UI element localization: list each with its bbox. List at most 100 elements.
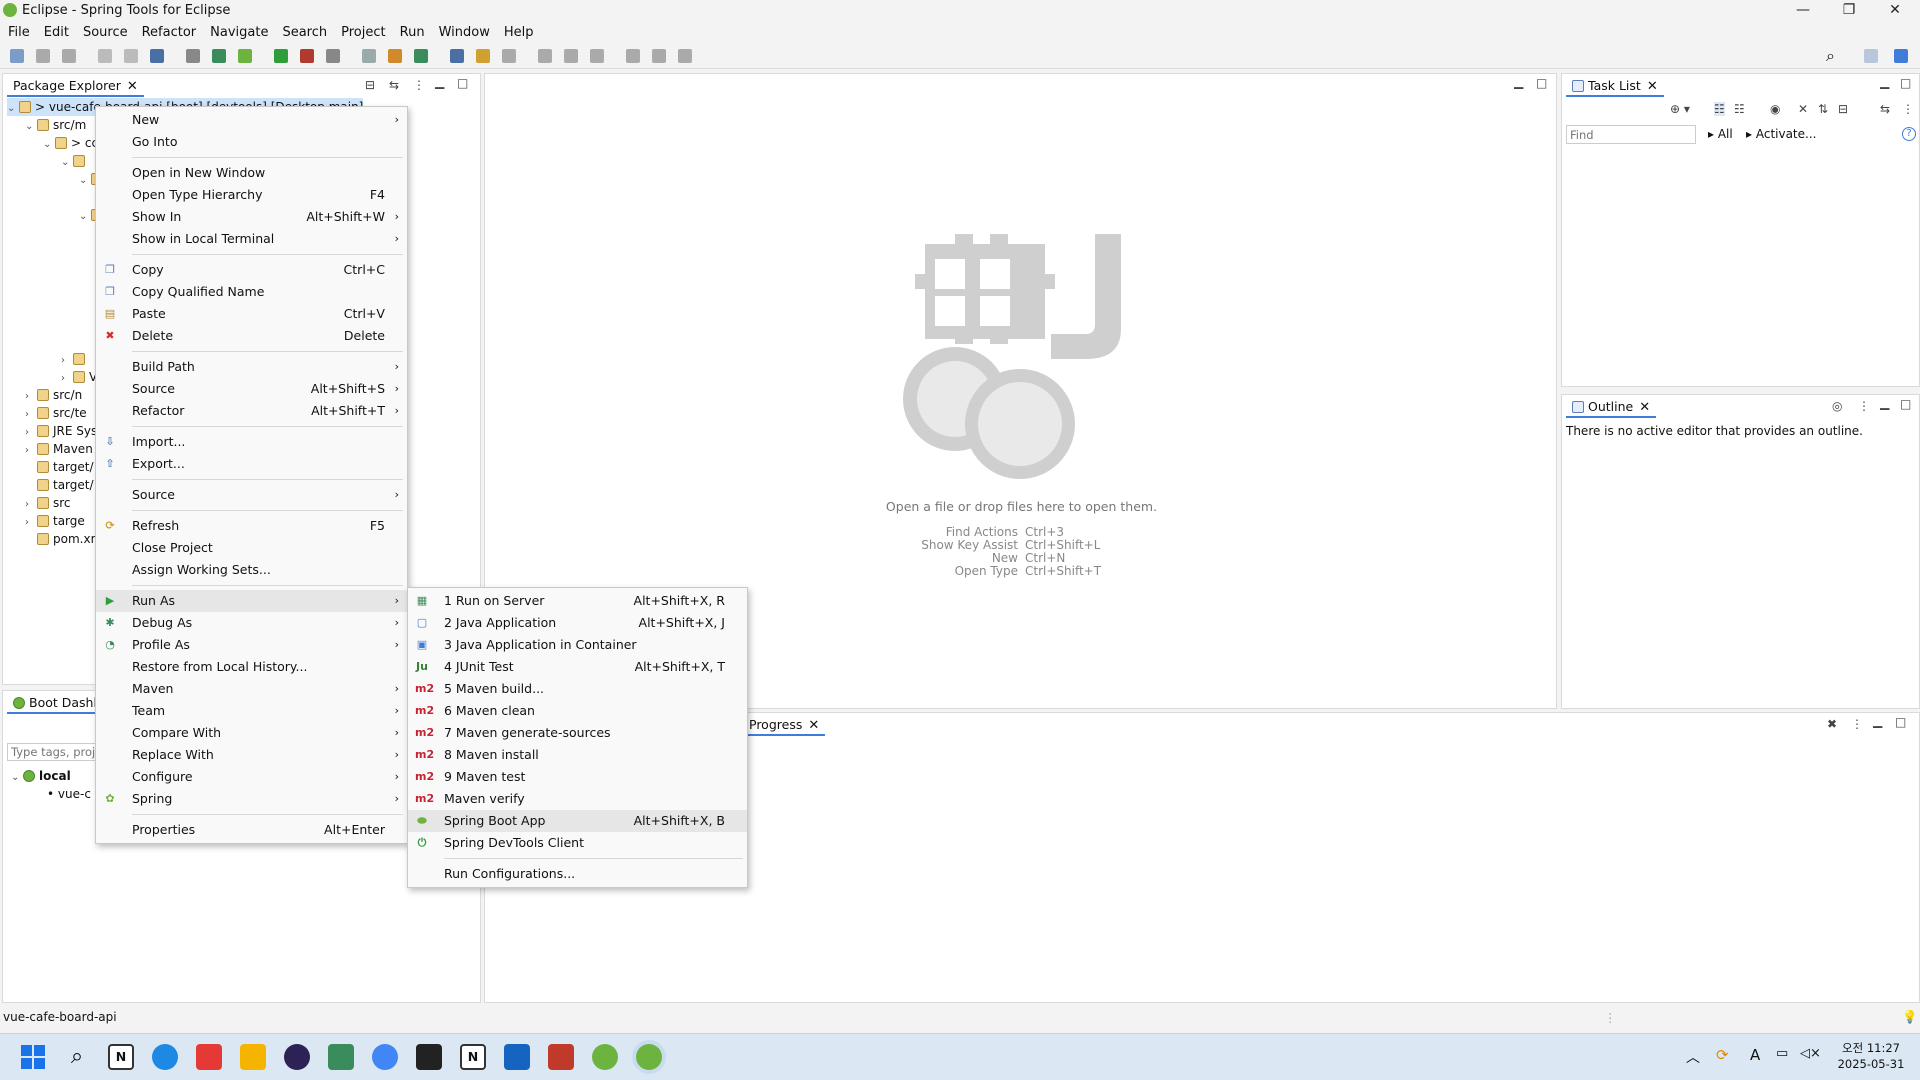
menu-item-2-java-application[interactable]: ▢ 2 Java Application Alt+Shift+X, J (408, 612, 747, 634)
menu-item-refactor[interactable]: Refactor Alt+Shift+T › (96, 400, 407, 422)
menu-item-run-as[interactable]: ▶ Run As › (96, 590, 407, 612)
menu-item-8-maven-install[interactable]: m2 8 Maven install (408, 744, 747, 766)
toolbar-tool-icon[interactable] (186, 49, 200, 63)
menu-item-spring-boot-app[interactable]: ⬬ Spring Boot App Alt+Shift+X, B (408, 810, 747, 832)
menu-item-7-maven-generate-sources[interactable]: m2 7 Maven generate-sources (408, 722, 747, 744)
toolbar-tool-icon[interactable] (10, 49, 24, 63)
task-find-input[interactable] (1566, 125, 1696, 144)
link-icon[interactable]: ⇆ (1880, 102, 1890, 116)
sync-tray-icon[interactable]: ⟳ (1716, 1046, 1729, 1064)
close-icon[interactable]: ✕ (1639, 400, 1650, 415)
menu-item-copy[interactable]: ❐ Copy Ctrl+C (96, 259, 407, 281)
new-task-icon[interactable]: ⊕ ▾ (1670, 102, 1690, 116)
focus-icon[interactable]: ◎ (1832, 399, 1842, 413)
toolbar-tool-icon[interactable] (326, 49, 340, 63)
ime-icon[interactable]: A (1750, 1046, 1760, 1064)
menu-refactor[interactable]: Refactor (134, 22, 203, 40)
spring-tools-active-icon[interactable] (636, 1044, 662, 1070)
tab-task-list[interactable]: Task List ✕ (1566, 75, 1664, 97)
help-icon[interactable]: ? (1902, 127, 1916, 141)
toolbar-tool-icon[interactable] (564, 49, 578, 63)
menu-run[interactable]: Run (392, 22, 431, 40)
menu-help[interactable]: Help (496, 22, 540, 40)
toolbar-tool-icon[interactable] (388, 49, 402, 63)
menu-search[interactable]: Search (274, 22, 333, 40)
chrome-icon[interactable] (372, 1044, 398, 1070)
toolbar-tool-icon[interactable] (362, 49, 376, 63)
menu-item-export[interactable]: ⇧ Export... (96, 453, 407, 475)
search-icon[interactable]: ⌕ (64, 1044, 90, 1070)
notion-icon[interactable]: N (108, 1044, 134, 1070)
menu-item-build-path[interactable]: Build Path › (96, 356, 407, 378)
remove-all-icon[interactable]: ✖ (1827, 717, 1837, 731)
toolbar-tool-icon[interactable] (124, 49, 138, 63)
minimize-view-icon[interactable]: ▁ (1880, 396, 1889, 410)
maximize-button[interactable]: ❐ (1826, 0, 1872, 22)
menu-item-show-in[interactable]: Show In Alt+Shift+W › (96, 206, 407, 228)
menu-item-close-project[interactable]: Close Project (96, 537, 407, 559)
menu-item-4-junit-test[interactable]: Ju 4 JUnit Test Alt+Shift+X, T (408, 656, 747, 678)
menu-item-restore-from-local-history[interactable]: Restore from Local History... (96, 656, 407, 678)
link-editor-icon[interactable]: ⇆ (389, 78, 399, 92)
menu-window[interactable]: Window (431, 22, 496, 40)
menu-item-run-configurations[interactable]: Run Configurations... (408, 863, 747, 885)
minimize-editor-icon[interactable]: ▁ (1514, 75, 1523, 89)
menu-item-3-java-application-in-container[interactable]: ▣ 3 Java Application in Container (408, 634, 747, 656)
toolbar-tool-icon[interactable] (678, 49, 692, 63)
menu-item-5-maven-build[interactable]: m2 5 Maven build... (408, 678, 747, 700)
menu-item-profile-as[interactable]: ◔ Profile As › (96, 634, 407, 656)
categorized-icon[interactable]: ☷ (1714, 102, 1725, 116)
toolbar-tool-icon[interactable] (476, 49, 490, 63)
minimize-view-icon[interactable]: ▁ (1880, 75, 1889, 89)
close-icon[interactable]: ✕ (1647, 79, 1658, 94)
menu-item-paste[interactable]: ▤ Paste Ctrl+V (96, 303, 407, 325)
view-menu-icon[interactable]: ⋮ (1851, 717, 1863, 731)
boot-local-node[interactable]: ⌄ local (11, 767, 91, 785)
minimize-button[interactable]: — (1780, 0, 1826, 22)
toolbar-tool-icon[interactable] (414, 49, 428, 63)
menu-item-source[interactable]: Source Alt+Shift+S › (96, 378, 407, 400)
menu-item-team[interactable]: Team › (96, 700, 407, 722)
clock[interactable]: 오전 11:27 2025-05-31 (1836, 1040, 1906, 1072)
notepad-icon[interactable] (504, 1044, 530, 1070)
maximize-view-icon[interactable]: □ (1900, 76, 1911, 90)
maximize-view-icon[interactable]: □ (1895, 715, 1906, 729)
toolbar-tool-icon[interactable] (502, 49, 516, 63)
menu-item-properties[interactable]: Properties Alt+Enter (96, 819, 407, 841)
tab-progress[interactable]: Progress ✕ (743, 714, 826, 736)
snipping-tool-icon[interactable] (196, 1044, 222, 1070)
activate-link[interactable]: ▸ Activate... (1746, 127, 1816, 141)
collapse-all-icon[interactable]: ⊟ (365, 78, 375, 92)
menu-item-debug-as[interactable]: ✱ Debug As › (96, 612, 407, 634)
menu-item-delete[interactable]: ✖ Delete Delete (96, 325, 407, 347)
terminal-icon[interactable] (416, 1044, 442, 1070)
minimize-view-icon[interactable]: ▁ (435, 75, 444, 89)
scheduled-icon[interactable]: ☷ (1734, 102, 1745, 116)
toolbar-tool-icon[interactable] (238, 49, 252, 63)
minimize-view-icon[interactable]: ▁ (1873, 714, 1882, 728)
tab-outline[interactable]: Outline ✕ (1566, 396, 1657, 418)
menu-navigate[interactable]: Navigate (202, 22, 274, 40)
close-icon[interactable]: ✕ (808, 718, 819, 733)
menu-item-refresh[interactable]: ⟳ Refresh F5 (96, 515, 407, 537)
menu-item-spring[interactable]: ✿ Spring › (96, 788, 407, 810)
start-icon[interactable] (20, 1044, 46, 1070)
tray-overflow-icon[interactable]: ︿ (1686, 1047, 1700, 1067)
menu-item-1-run-on-server[interactable]: ▦ 1 Run on Server Alt+Shift+X, R (408, 590, 747, 612)
menu-edit[interactable]: Edit (36, 22, 75, 40)
menu-item-configure[interactable]: Configure › (96, 766, 407, 788)
spring-tools-icon[interactable] (592, 1044, 618, 1070)
eclipse-icon[interactable] (284, 1044, 310, 1070)
menu-item-copy-qualified-name[interactable]: ❐ Copy Qualified Name (96, 281, 407, 303)
menu-item-9-maven-test[interactable]: m2 9 Maven test (408, 766, 747, 788)
menu-item-source[interactable]: Source › (96, 484, 407, 506)
menu-source[interactable]: Source (75, 22, 134, 40)
file-explorer-icon[interactable] (240, 1044, 266, 1070)
close-window-button[interactable]: ✕ (1872, 0, 1918, 22)
menu-item-replace-with[interactable]: Replace With › (96, 744, 407, 766)
menu-item-show-in-local-terminal[interactable]: Show in Local Terminal › (96, 228, 407, 250)
toolbar-tool-icon[interactable] (538, 49, 552, 63)
notion-icon[interactable]: N (460, 1044, 486, 1070)
java-perspective-icon[interactable] (1894, 49, 1908, 63)
hide-completed-icon[interactable]: ✕ (1798, 102, 1808, 116)
